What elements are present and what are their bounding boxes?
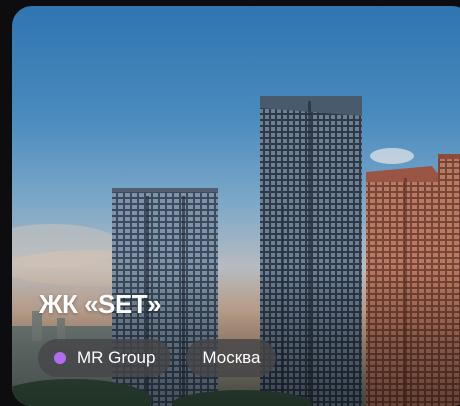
- developer-tag-label: MR Group: [77, 348, 156, 367]
- developer-color-dot-icon: [54, 352, 66, 364]
- developer-tag[interactable]: MR Group: [38, 339, 172, 377]
- project-card[interactable]: ЖК «SET» MR Group Москва: [12, 6, 460, 406]
- city-tag-label: Москва: [202, 348, 261, 367]
- tag-list: MR Group Москва: [38, 339, 277, 377]
- city-tag[interactable]: Москва: [186, 339, 277, 377]
- bottom-shade: [12, 266, 460, 406]
- project-title: ЖК «SET»: [39, 289, 162, 319]
